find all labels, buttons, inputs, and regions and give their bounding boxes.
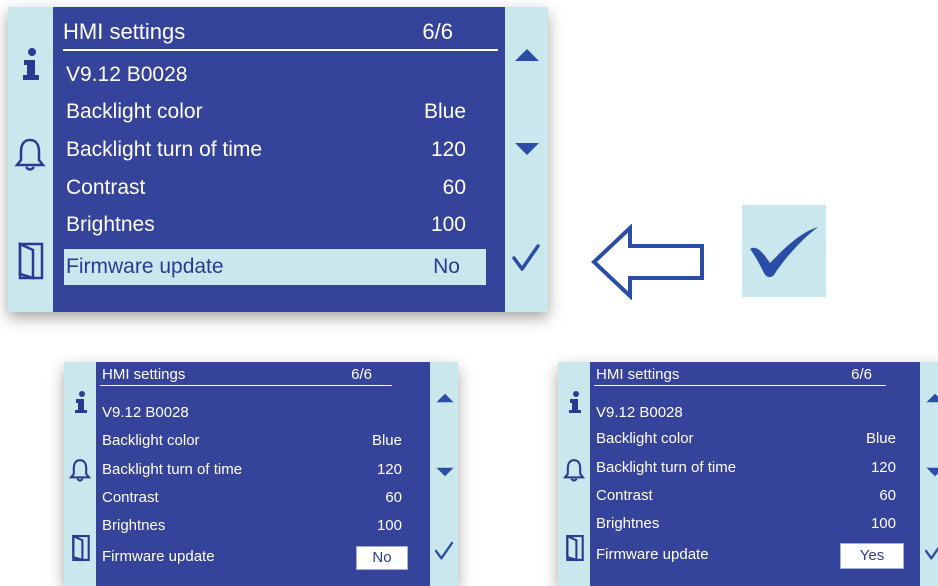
left-toolbar	[8, 7, 53, 312]
exit-door-icon[interactable]	[565, 534, 585, 562]
scroll-up-arrow-icon[interactable]	[435, 392, 455, 404]
setting-row-backlight-color[interactable]: Backlight color Blue	[64, 94, 466, 130]
setting-label: Backlight turn of time	[66, 138, 263, 161]
setting-value: 100	[376, 517, 402, 534]
setting-label: Contrast	[102, 489, 159, 506]
setting-row-backlight-time[interactable]: Backlight turn of time 120	[64, 132, 466, 168]
firmware-update-value-box[interactable]: No	[356, 546, 408, 570]
setting-label: Contrast	[596, 487, 653, 504]
setting-value: Blue	[371, 432, 402, 449]
title-divider	[594, 385, 886, 386]
info-icon[interactable]	[73, 390, 89, 414]
bell-icon[interactable]	[563, 458, 585, 483]
hmi-screen-small-yes: HMI settings 6/6 V9.12 B0028 Backlight c…	[558, 362, 938, 586]
screen-title: HMI settings	[102, 366, 186, 383]
setting-label: Brightnes	[596, 515, 660, 532]
info-icon[interactable]	[567, 390, 583, 414]
version-text: V9.12 B0028	[596, 404, 683, 421]
exit-door-icon[interactable]	[71, 534, 91, 562]
hmi-screen-small-no: HMI settings 6/6 V9.12 B0028 Backlight c…	[64, 362, 458, 586]
setting-label: Firmware update	[102, 548, 215, 565]
setting-row-contrast[interactable]: Contrast 60	[102, 484, 402, 511]
setting-value: 60	[879, 487, 896, 504]
setting-value: Blue	[865, 430, 896, 447]
setting-value: No	[433, 255, 460, 278]
setting-label: Firmware update	[596, 546, 709, 563]
scroll-up-arrow-icon[interactable]	[513, 47, 541, 63]
title-divider	[63, 49, 498, 51]
version-text: V9.12 B0028	[66, 63, 188, 86]
scroll-down-arrow-icon[interactable]	[513, 141, 541, 157]
screen-title: HMI settings	[63, 19, 186, 44]
setting-row-backlight-color[interactable]: Backlight color Blue	[596, 425, 896, 452]
version-row: V9.12 B0028	[596, 399, 896, 426]
screen-title-row: HMI settings 6/6	[63, 19, 453, 45]
setting-row-backlight-color[interactable]: Backlight color Blue	[102, 427, 402, 454]
setting-label: Backlight color	[596, 430, 694, 447]
left-toolbar	[64, 362, 96, 586]
checkmark-icon	[750, 227, 818, 278]
setting-row-brightness[interactable]: Brightnes 100	[596, 510, 896, 537]
setting-label: Brightnes	[66, 213, 155, 236]
right-toolbar	[920, 362, 938, 586]
left-arrow-icon	[591, 224, 704, 300]
setting-label: Backlight color	[66, 100, 203, 123]
checkmark-icon[interactable]	[511, 243, 541, 273]
setting-value: 100	[430, 213, 466, 236]
setting-label: Contrast	[66, 176, 146, 199]
setting-value: 120	[870, 459, 896, 476]
bell-icon[interactable]	[69, 458, 91, 483]
title-divider	[100, 385, 392, 386]
page-indicator: 6/6	[851, 366, 872, 383]
setting-row-firmware-update[interactable]: Firmware update No	[64, 249, 486, 285]
setting-row-brightness[interactable]: Brightnes 100	[64, 207, 466, 243]
setting-row-contrast[interactable]: Contrast 60	[596, 482, 896, 509]
info-icon[interactable]	[20, 47, 42, 81]
exit-door-icon[interactable]	[17, 241, 45, 281]
checkmark-icon[interactable]	[434, 540, 454, 562]
hmi-screen-main: HMI settings 6/6 V9.12 B0028 Backlight c…	[8, 7, 548, 312]
screen-title-row: HMI settings 6/6	[596, 366, 872, 383]
firmware-update-value-box[interactable]: Yes	[840, 543, 904, 569]
setting-label: Backlight turn of time	[596, 459, 737, 476]
setting-value: Blue	[423, 100, 466, 123]
screen-title: HMI settings	[596, 366, 680, 383]
confirm-badge	[742, 205, 826, 297]
left-toolbar	[558, 362, 590, 586]
page-indicator: 6/6	[422, 19, 453, 44]
setting-label: Firmware update	[66, 255, 224, 278]
right-toolbar	[430, 362, 458, 586]
setting-label: Backlight color	[102, 432, 200, 449]
scroll-up-arrow-icon[interactable]	[925, 392, 938, 404]
page-indicator: 6/6	[351, 366, 372, 383]
setting-row-brightness[interactable]: Brightnes 100	[102, 512, 402, 539]
setting-value: 100	[870, 515, 896, 532]
scroll-down-arrow-icon[interactable]	[435, 466, 455, 478]
setting-label: Backlight turn of time	[102, 461, 243, 478]
setting-value: 120	[430, 138, 466, 161]
version-text: V9.12 B0028	[102, 404, 189, 421]
right-toolbar	[505, 7, 548, 312]
scroll-down-arrow-icon[interactable]	[925, 466, 938, 478]
setting-value: 60	[385, 489, 402, 506]
bell-icon[interactable]	[14, 137, 46, 173]
setting-row-contrast[interactable]: Contrast 60	[64, 170, 466, 206]
setting-label: Brightnes	[102, 517, 166, 534]
setting-value: 60	[442, 176, 466, 199]
version-row: V9.12 B0028	[64, 57, 466, 93]
setting-row-backlight-time[interactable]: Backlight turn of time 120	[102, 456, 402, 483]
setting-value: 120	[376, 461, 402, 478]
setting-row-backlight-time[interactable]: Backlight turn of time 120	[596, 454, 896, 481]
checkmark-icon[interactable]	[924, 540, 938, 562]
version-row: V9.12 B0028	[102, 399, 402, 426]
screen-title-row: HMI settings 6/6	[102, 366, 372, 383]
